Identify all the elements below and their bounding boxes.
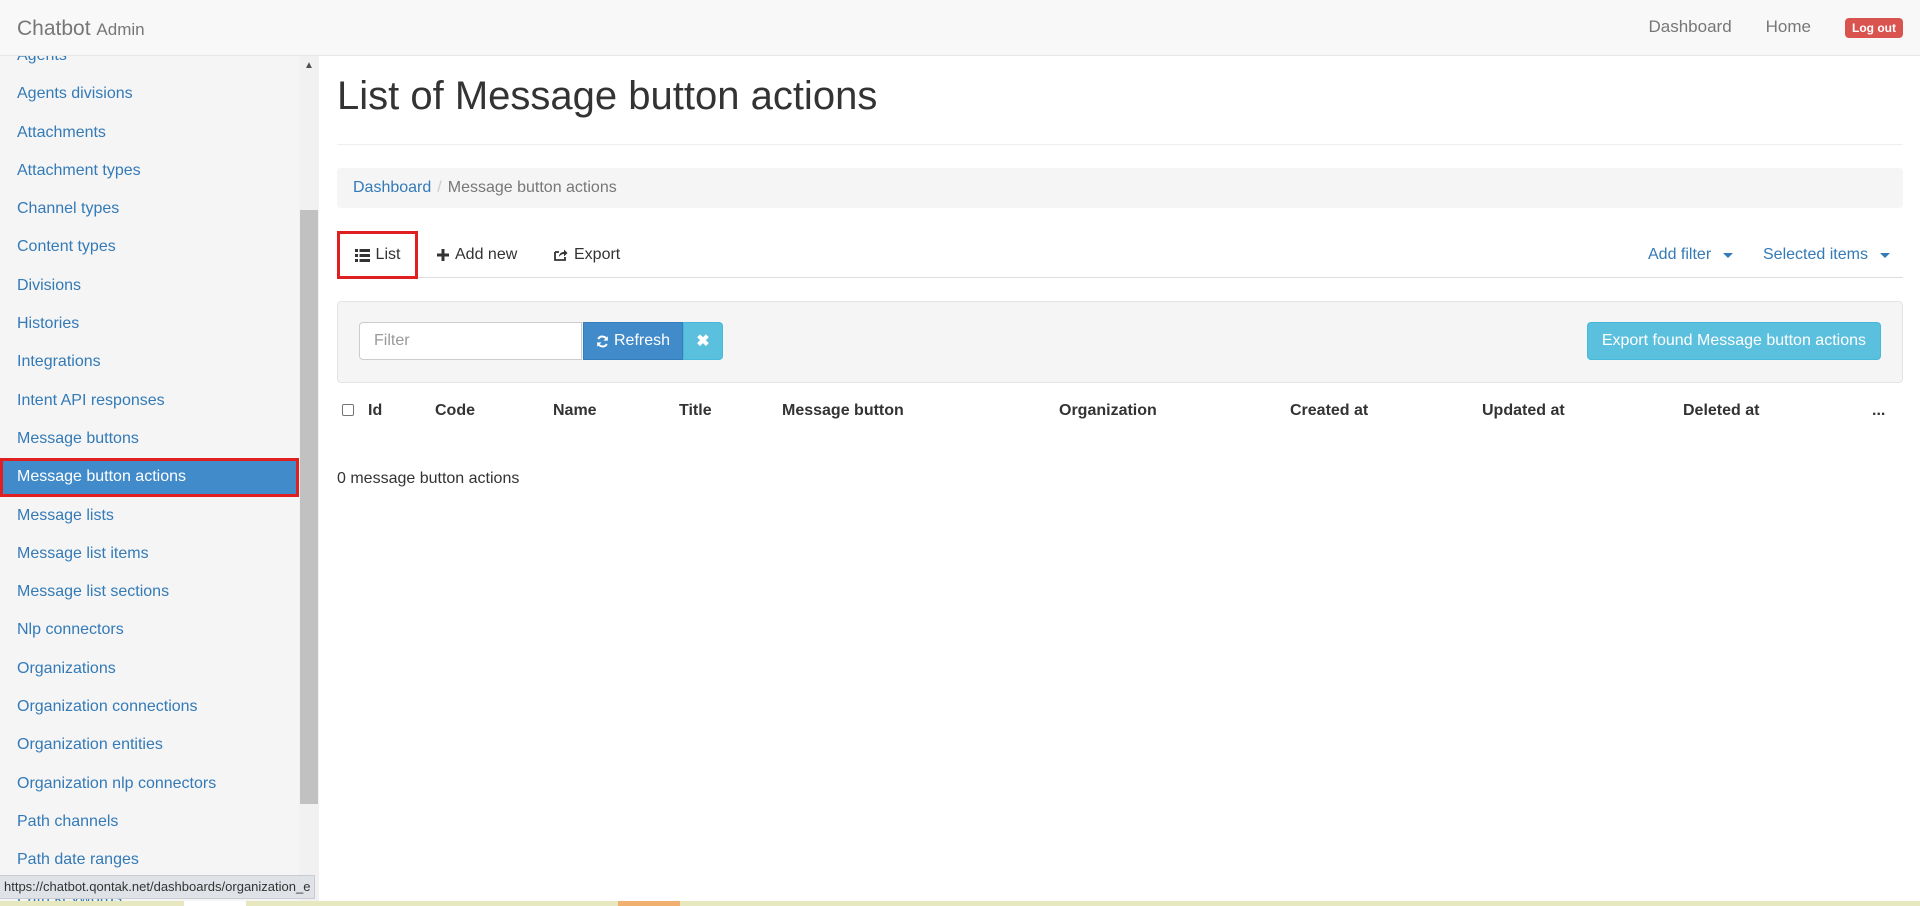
close-icon: ✖: [696, 333, 710, 350]
page-title: List of Message button actions: [337, 74, 878, 118]
plus-icon: [437, 249, 449, 261]
sidebar-item-organization-connections[interactable]: Organization connections: [0, 688, 299, 726]
strip-segment: [184, 901, 246, 906]
breadcrumb-separator: /: [437, 179, 442, 196]
sidebar-item-organization-nlp-connectors[interactable]: Organization nlp connectors: [0, 765, 299, 803]
refresh-label: Refresh: [613, 332, 671, 349]
sidebar-item-path-channels[interactable]: Path channels: [0, 803, 299, 841]
sidebar: AgentsAgents divisionsAttachmentsAttachm…: [0, 56, 299, 906]
sidebar-item-histories[interactable]: Histories: [0, 305, 299, 343]
sidebar-item-agents-divisions[interactable]: Agents divisions: [0, 75, 299, 113]
sidebar-list: AgentsAgents divisionsAttachmentsAttachm…: [0, 56, 299, 906]
column-header-title[interactable]: Title: [679, 394, 712, 428]
bottom-strip: [0, 901, 1920, 906]
strip-segment: [618, 901, 680, 906]
sidebar-item-intent-api-responses[interactable]: Intent API responses: [0, 382, 299, 420]
tab-add-new-label: Add new: [455, 246, 518, 263]
nav-link-dashboard[interactable]: Dashboard: [1648, 17, 1731, 37]
selected-items-dropdown[interactable]: Selected items: [1763, 233, 1890, 277]
clear-filter-button[interactable]: ✖: [683, 322, 723, 360]
column-header-code[interactable]: Code: [435, 394, 475, 428]
sidebar-item-content-types[interactable]: Content types: [0, 228, 299, 266]
sidebar-item-attachment-types[interactable]: Attachment types: [0, 152, 299, 190]
sidebar-item-attachments[interactable]: Attachments: [0, 114, 299, 152]
caret-down-icon: [1879, 252, 1890, 258]
list-icon: [354, 248, 370, 262]
sidebar-item-nlp-connectors[interactable]: Nlp connectors: [0, 611, 299, 649]
selected-items-label: Selected items: [1763, 246, 1868, 263]
tab-export[interactable]: Export: [553, 233, 620, 277]
column-header-organization[interactable]: Organization: [1059, 394, 1157, 428]
browser-status-url: https://chatbot.qontak.net/dashboards/or…: [0, 875, 316, 899]
tab-export-label: Export: [574, 246, 621, 263]
breadcrumb: Dashboard / Message button actions: [337, 168, 1903, 208]
sidebar-item-channel-types[interactable]: Channel types: [0, 190, 299, 228]
sidebar-item-message-list-sections[interactable]: Message list sections: [0, 573, 299, 611]
record-count: 0 message button actions: [337, 470, 520, 487]
column-header-created-at[interactable]: Created at: [1290, 394, 1368, 428]
sidebar-item-message-lists[interactable]: Message lists: [0, 497, 299, 535]
tab-list[interactable]: List: [337, 231, 418, 279]
add-filter-label: Add filter: [1648, 246, 1712, 263]
breadcrumb-dashboard[interactable]: Dashboard: [353, 179, 431, 196]
column-header-updated-at[interactable]: Updated at: [1482, 394, 1565, 428]
nav-right: Dashboard Home Log out: [1614, 17, 1903, 38]
column-header-actions: ...: [1872, 402, 1886, 419]
nav-link-home[interactable]: Home: [1766, 17, 1811, 37]
table-header: Id Code Name Title Message button Organi…: [337, 394, 1903, 428]
refresh-icon: [597, 335, 608, 347]
filter-input[interactable]: [359, 322, 582, 360]
sidebar-scrollbar[interactable]: ▲: [299, 56, 319, 906]
brand-sub: Admin: [96, 20, 145, 39]
sidebar-item-organization-entities[interactable]: Organization entities: [0, 726, 299, 764]
sidebar-item-message-button-actions[interactable]: Message button actions: [0, 458, 299, 497]
sidebar-item-message-buttons[interactable]: Message buttons: [0, 420, 299, 458]
tab-list-label: List: [375, 246, 401, 263]
scroll-up-arrow-icon[interactable]: ▲: [299, 58, 319, 74]
scrollbar-thumb[interactable]: [300, 210, 318, 804]
export-found-button[interactable]: Export found Message button actions: [1586, 322, 1881, 360]
brand[interactable]: Chatbot Admin: [17, 17, 145, 41]
select-all-checkbox[interactable]: [342, 404, 354, 416]
tab-add-new[interactable]: Add new: [437, 233, 517, 277]
column-header-deleted-at[interactable]: Deleted at: [1683, 394, 1759, 428]
caret-down-icon: [1723, 252, 1734, 258]
title-divider: [337, 144, 1903, 145]
add-filter-dropdown[interactable]: Add filter: [1648, 233, 1734, 277]
sidebar-item-organizations[interactable]: Organizations: [0, 650, 299, 688]
refresh-button[interactable]: Refresh: [583, 322, 683, 360]
logout-button[interactable]: Log out: [1845, 18, 1903, 38]
breadcrumb-current: Message button actions: [447, 179, 617, 196]
sidebar-item-path-date-ranges[interactable]: Path date ranges: [0, 841, 299, 879]
top-navbar: Chatbot Admin Dashboard Home Log out: [0, 0, 1920, 56]
sidebar-item-integrations[interactable]: Integrations: [0, 343, 299, 381]
action-tabs: List Add new Export Add filter Selected …: [337, 231, 1903, 279]
sidebar-item-agents[interactable]: Agents: [0, 56, 299, 75]
column-header-name[interactable]: Name: [553, 394, 597, 428]
column-header-message-button[interactable]: Message button: [782, 394, 904, 428]
sidebar-item-message-list-items[interactable]: Message list items: [0, 535, 299, 573]
filter-panel: Refresh ✖ Export found Message button ac…: [337, 301, 1903, 383]
brand-name: Chatbot: [17, 17, 91, 40]
sidebar-item-divisions[interactable]: Divisions: [0, 267, 299, 305]
share-icon: [554, 249, 568, 261]
column-header-id[interactable]: Id: [368, 394, 382, 428]
